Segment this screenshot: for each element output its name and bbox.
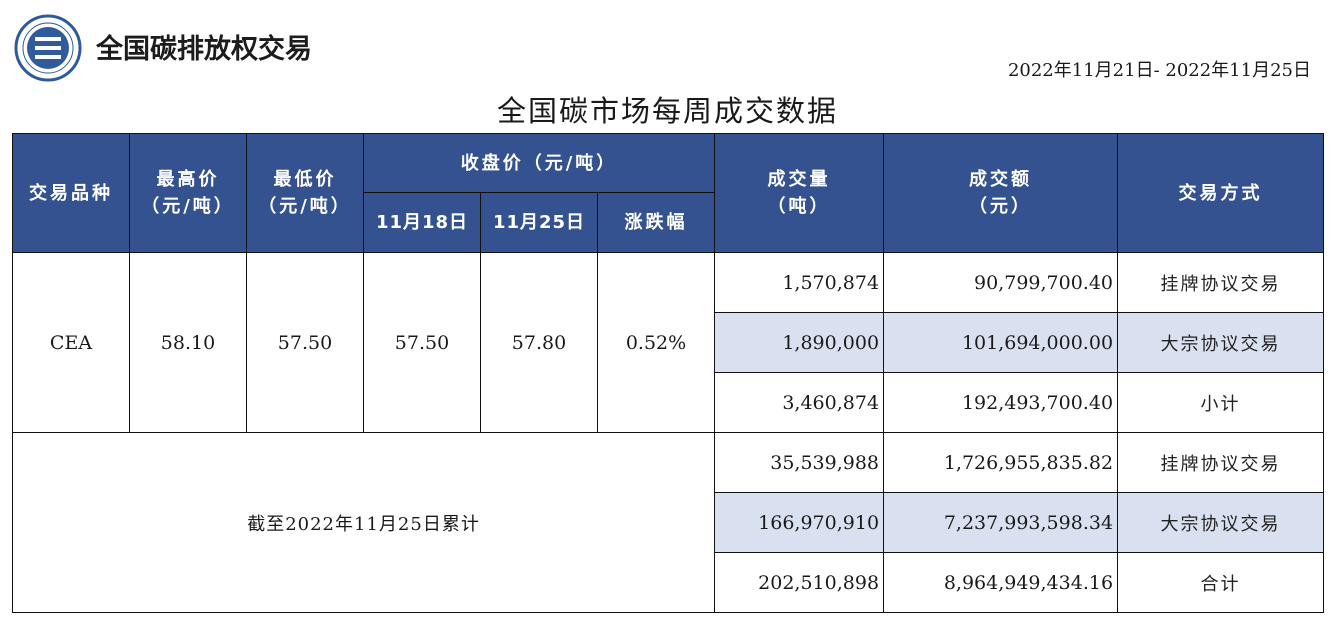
page-title: 全国碳市场每周成交数据 bbox=[496, 94, 838, 128]
amount-cell: 90,799,700.40 bbox=[883, 252, 1119, 313]
amount-cell: 1,726,955,835.82 bbox=[883, 432, 1119, 493]
method-cell: 挂牌协议交易 bbox=[1117, 432, 1325, 493]
amount-cell: 192,493,700.40 bbox=[883, 372, 1119, 433]
header-low: 最低价 （元/吨） bbox=[246, 133, 364, 253]
table-row: CEA 58.10 57.50 57.50 57.80 0.52% 1,570,… bbox=[12, 252, 1325, 433]
header-product: 交易品种 bbox=[12, 133, 130, 253]
amount-cell: 8,964,949,434.16 bbox=[883, 552, 1119, 613]
method-cell: 大宗协议交易 bbox=[1117, 492, 1325, 553]
volume-cell: 202,510,898 bbox=[714, 552, 885, 613]
volume-cell: 1,570,874 bbox=[714, 252, 885, 313]
method-cell: 挂牌协议交易 bbox=[1117, 252, 1325, 313]
header-close-date2: 11月25日 bbox=[480, 192, 598, 253]
brand-name: 全国碳排放权交易 bbox=[96, 34, 312, 65]
low-price-cell: 57.50 bbox=[246, 252, 364, 433]
method-cell: 小计 bbox=[1117, 372, 1325, 433]
method-cell: 合计 bbox=[1117, 552, 1325, 613]
header-volume: 成交量 （吨） bbox=[714, 133, 885, 253]
change-cell: 0.52% bbox=[596, 252, 716, 433]
method-cell: 大宗协议交易 bbox=[1117, 312, 1325, 373]
exchange-logo-icon bbox=[14, 14, 82, 82]
date-range: 2022年11月21日- 2022年11月25日 bbox=[1007, 60, 1311, 81]
header-method: 交易方式 bbox=[1117, 133, 1325, 253]
high-price-cell: 58.10 bbox=[129, 252, 247, 433]
amount-cell: 7,237,993,598.34 bbox=[883, 492, 1119, 553]
weekly-trading-table: 交易品种 最高价 （元/吨） 最低价 （元/吨） 收盘价（元/吨） 成交量 （吨） 成… bbox=[11, 133, 1325, 613]
amount-cell: 101,694,000.00 bbox=[883, 312, 1119, 373]
product-cell: CEA bbox=[12, 252, 130, 433]
header-close-date1: 11月18日 bbox=[363, 192, 481, 253]
volume-cell: 1,890,000 bbox=[714, 312, 885, 373]
close-prev-cell: 57.50 bbox=[363, 252, 481, 433]
close-curr-cell: 57.80 bbox=[480, 252, 598, 433]
header-close: 收盘价（元/吨） bbox=[362, 133, 716, 193]
header-amount: 成交额 （元） bbox=[883, 133, 1119, 253]
cumulative-label: 截至2022年11月25日累计 bbox=[11, 432, 716, 613]
volume-cell: 35,539,988 bbox=[714, 432, 885, 493]
volume-cell: 3,460,874 bbox=[714, 372, 885, 433]
table-row: 截至2022年11月25日累计 35,539,988 1,726,955,835… bbox=[11, 432, 1325, 613]
volume-cell: 166,970,910 bbox=[714, 492, 885, 553]
header-high: 最高价 （元/吨） bbox=[129, 133, 247, 253]
header-change: 涨跌幅 bbox=[596, 192, 716, 253]
